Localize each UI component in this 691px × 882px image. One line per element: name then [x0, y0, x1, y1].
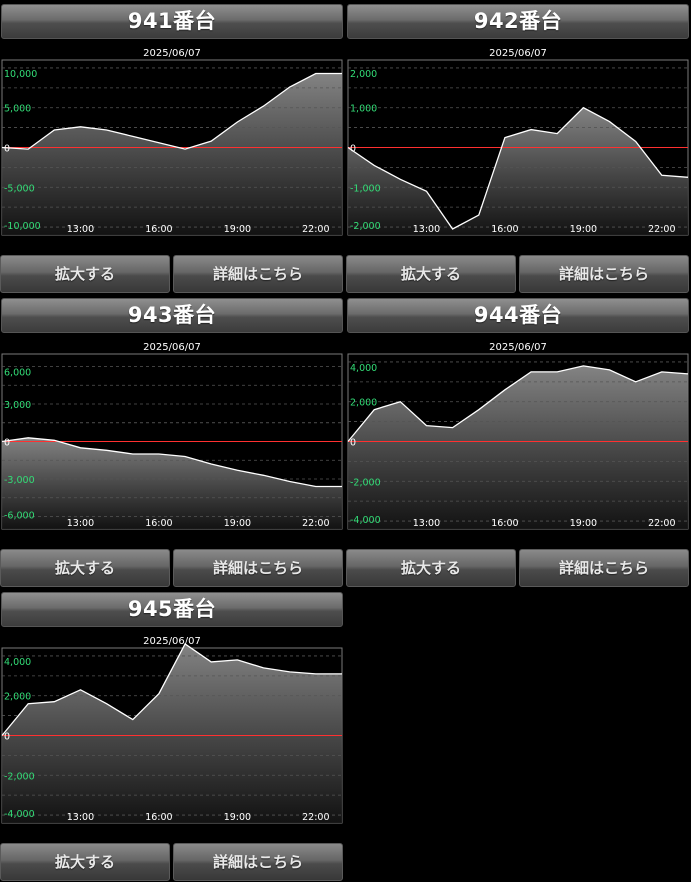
- detail-button[interactable]: 詳細はこちら: [173, 549, 343, 587]
- x-tick-label: 19:00: [224, 224, 251, 235]
- detail-button[interactable]: 詳細はこちら: [519, 549, 689, 587]
- y-tick-label: -5,000: [4, 183, 35, 194]
- chart-date: 2025/06/07: [489, 342, 547, 353]
- y-tick-label: -10,000: [4, 221, 41, 232]
- y-tick-label: 0: [4, 144, 10, 155]
- y-tick-label: 10,000: [4, 69, 37, 80]
- y-tick-label: -2,000: [4, 771, 35, 782]
- y-tick-label: 0: [4, 438, 10, 449]
- panel-941: 941番台 2025/06/07 -10,000 -5,000 0 5,000 10,00…: [0, 0, 344, 294]
- zoom-button[interactable]: 拡大する: [0, 549, 170, 587]
- panel-943: 943番台 2025/06/07 -6,000 -3,000 0 3,000 6,000 1…: [0, 294, 344, 588]
- x-tick-label: 19:00: [224, 518, 251, 529]
- detail-button[interactable]: 詳細はこちら: [173, 255, 343, 293]
- zoom-button[interactable]: 拡大する: [0, 255, 170, 293]
- y-tick-label: 0: [350, 144, 356, 155]
- y-tick-label: 6,000: [4, 368, 31, 379]
- detail-button[interactable]: 詳細はこちら: [173, 843, 343, 881]
- panel-title: 942番台: [347, 4, 689, 39]
- panel-945: 945番台 2025/06/07 -4,000 -2,000 0 2,000 4,000 1…: [0, 588, 344, 882]
- chart-date: 2025/06/07: [143, 48, 201, 59]
- y-tick-label: 1,000: [350, 104, 377, 115]
- y-tick-label: -4,000: [4, 809, 35, 820]
- y-tick-label: 0: [4, 732, 10, 743]
- y-tick-label: -3,000: [4, 475, 35, 486]
- panel-title: 941番台: [1, 4, 343, 39]
- y-tick-label: 2,000: [350, 398, 377, 409]
- chart-date: 2025/06/07: [143, 342, 201, 353]
- panel-title: 945番台: [1, 592, 343, 627]
- x-tick-label: 13:00: [67, 518, 94, 529]
- x-tick-label: 19:00: [570, 224, 597, 235]
- y-tick-label: 3,000: [4, 400, 31, 411]
- chart-941: 2025/06/07 -10,000 -5,000 0 5,000 10,000 13:00…: [1, 48, 343, 236]
- panel-944: 944番台 2025/06/07 -4,000 -2,000 0 2,000 4,000 1…: [346, 294, 690, 588]
- x-tick-label: 22:00: [302, 518, 329, 529]
- y-tick-label: -4,000: [350, 515, 381, 526]
- x-tick-label: 16:00: [491, 224, 518, 235]
- chart-date: 2025/06/07: [489, 48, 547, 59]
- x-tick-label: 22:00: [648, 224, 675, 235]
- x-tick-label: 22:00: [302, 224, 329, 235]
- panel-title: 944番台: [347, 298, 689, 333]
- chart-945: 2025/06/07 -4,000 -2,000 0 2,000 4,000 13:00 16…: [1, 636, 343, 824]
- detail-button[interactable]: 詳細はこちら: [519, 255, 689, 293]
- x-tick-label: 19:00: [570, 518, 597, 529]
- panel-942: 942番台 2025/06/07 -2,000 -1,000 0 1,000 2,000 1…: [346, 0, 690, 294]
- y-tick-label: -6,000: [4, 511, 35, 522]
- chart-942: 2025/06/07 -2,000 -1,000 0 1,000 2,000 13:00 16…: [347, 48, 689, 236]
- x-tick-label: 13:00: [413, 224, 440, 235]
- x-tick-label: 16:00: [491, 518, 518, 529]
- y-tick-label: -2,000: [350, 477, 381, 488]
- x-tick-label: 13:00: [67, 224, 94, 235]
- x-tick-label: 19:00: [224, 812, 251, 823]
- x-tick-label: 13:00: [67, 812, 94, 823]
- y-tick-label: -2,000: [350, 221, 381, 232]
- y-tick-label: 2,000: [4, 692, 31, 703]
- panel-title: 943番台: [1, 298, 343, 333]
- y-tick-label: -1,000: [350, 183, 381, 194]
- chart-date: 2025/06/07: [143, 636, 201, 647]
- x-tick-label: 22:00: [648, 518, 675, 529]
- y-tick-label: 4,000: [350, 363, 377, 374]
- x-tick-label: 22:00: [302, 812, 329, 823]
- zoom-button[interactable]: 拡大する: [0, 843, 170, 881]
- zoom-button[interactable]: 拡大する: [346, 549, 516, 587]
- x-tick-label: 16:00: [145, 518, 172, 529]
- x-tick-label: 16:00: [145, 812, 172, 823]
- x-tick-label: 13:00: [413, 518, 440, 529]
- y-tick-label: 5,000: [4, 104, 31, 115]
- x-tick-label: 16:00: [145, 224, 172, 235]
- chart-944: 2025/06/07 -4,000 -2,000 0 2,000 4,000 13:00 16…: [347, 342, 689, 530]
- zoom-button[interactable]: 拡大する: [346, 255, 516, 293]
- chart-943: 2025/06/07 -6,000 -3,000 0 3,000 6,000 13:00 16…: [1, 342, 343, 530]
- y-tick-label: 0: [350, 438, 356, 449]
- y-tick-label: 4,000: [4, 657, 31, 668]
- y-tick-label: 2,000: [350, 69, 377, 80]
